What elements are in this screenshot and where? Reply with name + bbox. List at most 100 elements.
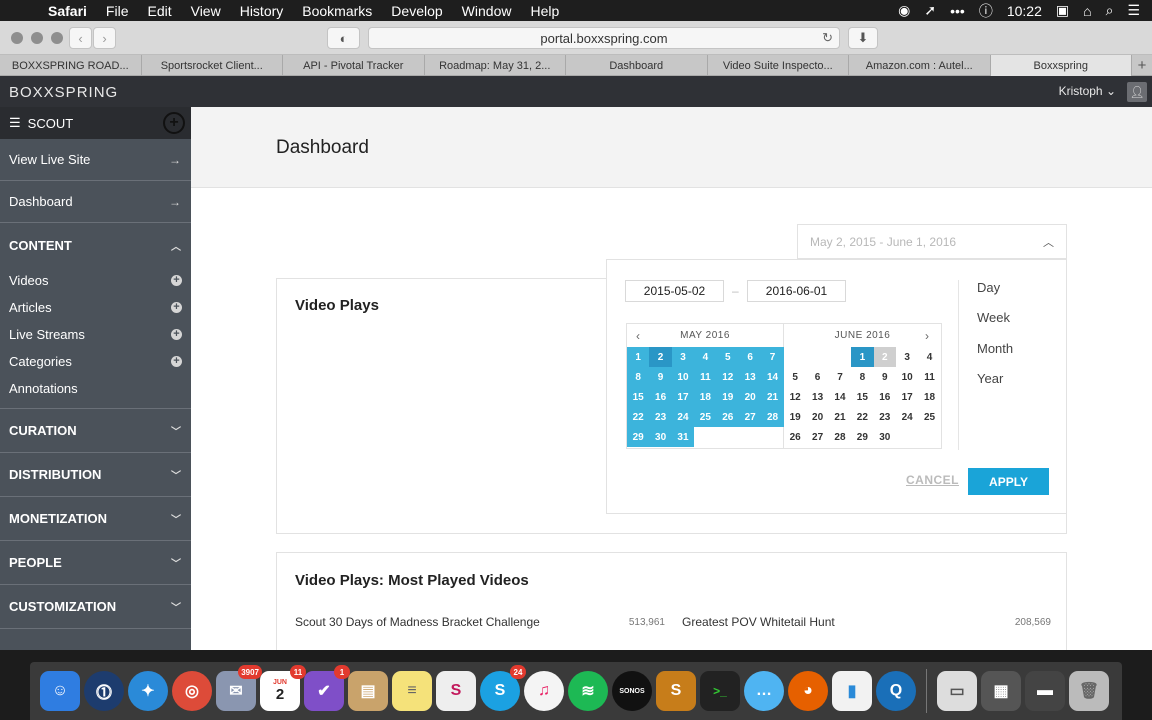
calendar-day[interactable]: 14 (829, 387, 851, 407)
menu-app-safari[interactable]: Safari (48, 3, 87, 19)
calendar-day[interactable]: 17 (896, 387, 918, 407)
apply-button[interactable]: APPLY (968, 468, 1049, 495)
calendar-day[interactable]: 22 (627, 407, 650, 427)
menu-edit[interactable]: Edit (147, 3, 171, 19)
add-icon[interactable]: + (171, 329, 182, 340)
calendar-day[interactable]: 18 (918, 387, 940, 407)
calendar-day[interactable]: 13 (738, 367, 762, 387)
most-played-video-title[interactable]: Scout 30 Days of Madness Bracket Challen… (295, 615, 540, 629)
user-icon[interactable]: ⌂ (1083, 3, 1091, 19)
browser-tab[interactable]: Video Suite Inspecto... (708, 55, 849, 76)
calendar-day[interactable]: 1 (851, 347, 874, 367)
calendar-day[interactable]: 25 (694, 407, 717, 427)
hamburger-menu-icon[interactable]: ☰ (9, 115, 21, 131)
numbers-icon[interactable]: ▮ (832, 671, 872, 711)
sidebar-item-videos[interactable]: Videos + (0, 267, 191, 294)
menu-bookmarks[interactable]: Bookmarks (302, 3, 372, 19)
sidebar-item-annotations[interactable]: Annotations (0, 375, 191, 409)
calendar-day[interactable]: 5 (784, 367, 806, 387)
add-icon[interactable]: + (171, 275, 182, 286)
cancel-button[interactable]: CANCEL (906, 473, 959, 487)
calendar-day[interactable]: 16 (649, 387, 672, 407)
calendar-day[interactable]: 13 (806, 387, 828, 407)
mail-icon[interactable]: ✉ 3907 (216, 665, 262, 711)
calendar-day[interactable]: 11 (694, 367, 717, 387)
avatar[interactable]: 👤︎ (1127, 82, 1147, 102)
firefox-icon[interactable]: ◕ (788, 671, 828, 711)
screenshot-stack-icon[interactable]: ▬ (1025, 671, 1065, 711)
sidebar-section-curation[interactable]: CURATION ﹀ (0, 409, 191, 453)
calendar-day[interactable]: 8 (627, 367, 650, 387)
most-played-video-title[interactable]: Greatest POV Whitetail Hunt (682, 615, 835, 629)
sidebar-section-customization[interactable]: CUSTOMIZATION ﹀ (0, 585, 191, 629)
calendar-day[interactable]: 16 (874, 387, 896, 407)
itunes-icon[interactable]: ♫ (524, 671, 564, 711)
skype-icon[interactable]: S 24 (480, 665, 526, 711)
sidebar-item-live-streams[interactable]: Live Streams + (0, 321, 191, 348)
trash-icon[interactable]: 🗑︎ (1069, 671, 1109, 711)
calendar-day[interactable]: 21 (761, 387, 784, 407)
calendar-day[interactable]: 17 (671, 387, 695, 407)
sidebar-item-categories[interactable]: Categories + (0, 348, 191, 375)
granularity-week[interactable]: Week (977, 310, 1010, 325)
spotify-icon[interactable]: ≋ (568, 671, 608, 711)
menu-help[interactable]: Help (530, 3, 559, 19)
contacts-icon[interactable]: ▤ (348, 671, 388, 711)
browser-tab[interactable]: Roadmap: May 31, 2... (425, 55, 566, 76)
notes-icon[interactable]: ≡ (392, 671, 432, 711)
granularity-year[interactable]: Year (977, 371, 1003, 386)
calendar-day[interactable]: 18 (694, 387, 717, 407)
calendar-day[interactable]: 2 (649, 347, 672, 367)
add-icon[interactable]: + (171, 302, 182, 313)
calendar-day[interactable]: 12 (716, 367, 739, 387)
quicktime-icon[interactable]: Q (876, 671, 916, 711)
sidebar-item-dashboard[interactable]: Dashboard → (0, 181, 191, 223)
info-icon[interactable]: ⓘ (979, 1, 993, 21)
calendar-day[interactable]: 27 (806, 427, 828, 447)
1password-icon[interactable]: ⓵ (84, 671, 124, 711)
user-menu[interactable]: Kristoph ⌄ (1059, 84, 1116, 98)
sidebar-section-content[interactable]: CONTENT ︿ (0, 223, 191, 267)
chrome-icon[interactable]: ◎ (172, 671, 212, 711)
calendar-day[interactable]: 4 (918, 347, 940, 367)
calendar-day[interactable]: 23 (874, 407, 896, 427)
finder-icon[interactable]: ☺ (40, 671, 80, 711)
calendar-day[interactable]: 26 (784, 427, 806, 447)
calendar-day[interactable]: 19 (784, 407, 806, 427)
calendar-icon[interactable]: JUN 2 11 (260, 665, 306, 711)
browser-tab[interactable]: Sportsrocket Client... (142, 55, 283, 76)
forward-button[interactable]: › (93, 27, 116, 49)
document-icon[interactable]: ▭ (937, 671, 977, 711)
calendar-day[interactable]: 2 (873, 347, 896, 367)
calendar-day[interactable]: 3 (896, 347, 918, 367)
downloads-stack-icon[interactable]: ▦ (981, 671, 1021, 711)
calendar-day[interactable]: 29 (851, 427, 873, 447)
menu-develop[interactable]: Develop (391, 3, 442, 19)
calendar-day[interactable]: 1 (627, 347, 650, 367)
spotlight-search-icon[interactable]: ⌕ (1106, 2, 1114, 19)
add-circle-icon[interactable]: + (163, 112, 185, 134)
calendar-day[interactable]: 19 (716, 387, 739, 407)
menu-view[interactable]: View (191, 3, 221, 19)
downloads-button[interactable]: ⬇ (848, 27, 878, 49)
browser-tab[interactable]: API - Pivotal Tracker (283, 55, 425, 76)
menu-file[interactable]: File (106, 3, 129, 19)
calendar-day[interactable]: 12 (784, 387, 806, 407)
minimize-window-button[interactable] (31, 32, 43, 44)
clock[interactable]: 10:22 (1007, 3, 1042, 19)
privacy-shield-button[interactable]: ◐ (327, 27, 360, 49)
new-tab-button[interactable]: + (1132, 55, 1152, 76)
calendar-day[interactable]: 8 (851, 367, 873, 387)
calendar-day[interactable]: 3 (671, 347, 695, 367)
calendar-day[interactable]: 21 (829, 407, 851, 427)
cursor-icon[interactable]: ➚ (924, 2, 936, 19)
browser-tab[interactable]: Dashboard (566, 55, 708, 76)
menu-window[interactable]: Window (462, 3, 512, 19)
browser-tab-active[interactable]: Boxxspring (990, 55, 1132, 76)
browser-tab[interactable]: Amazon.com : Autel... (849, 55, 991, 76)
calendar-day[interactable]: 28 (761, 407, 784, 427)
start-date-input[interactable]: 2015-05-02 (625, 280, 724, 302)
sidebar-section-distribution[interactable]: DISTRIBUTION ﹀ (0, 453, 191, 497)
address-bar[interactable]: portal.boxxspring.com ↻ (368, 27, 840, 49)
calendar-day[interactable]: 23 (649, 407, 672, 427)
